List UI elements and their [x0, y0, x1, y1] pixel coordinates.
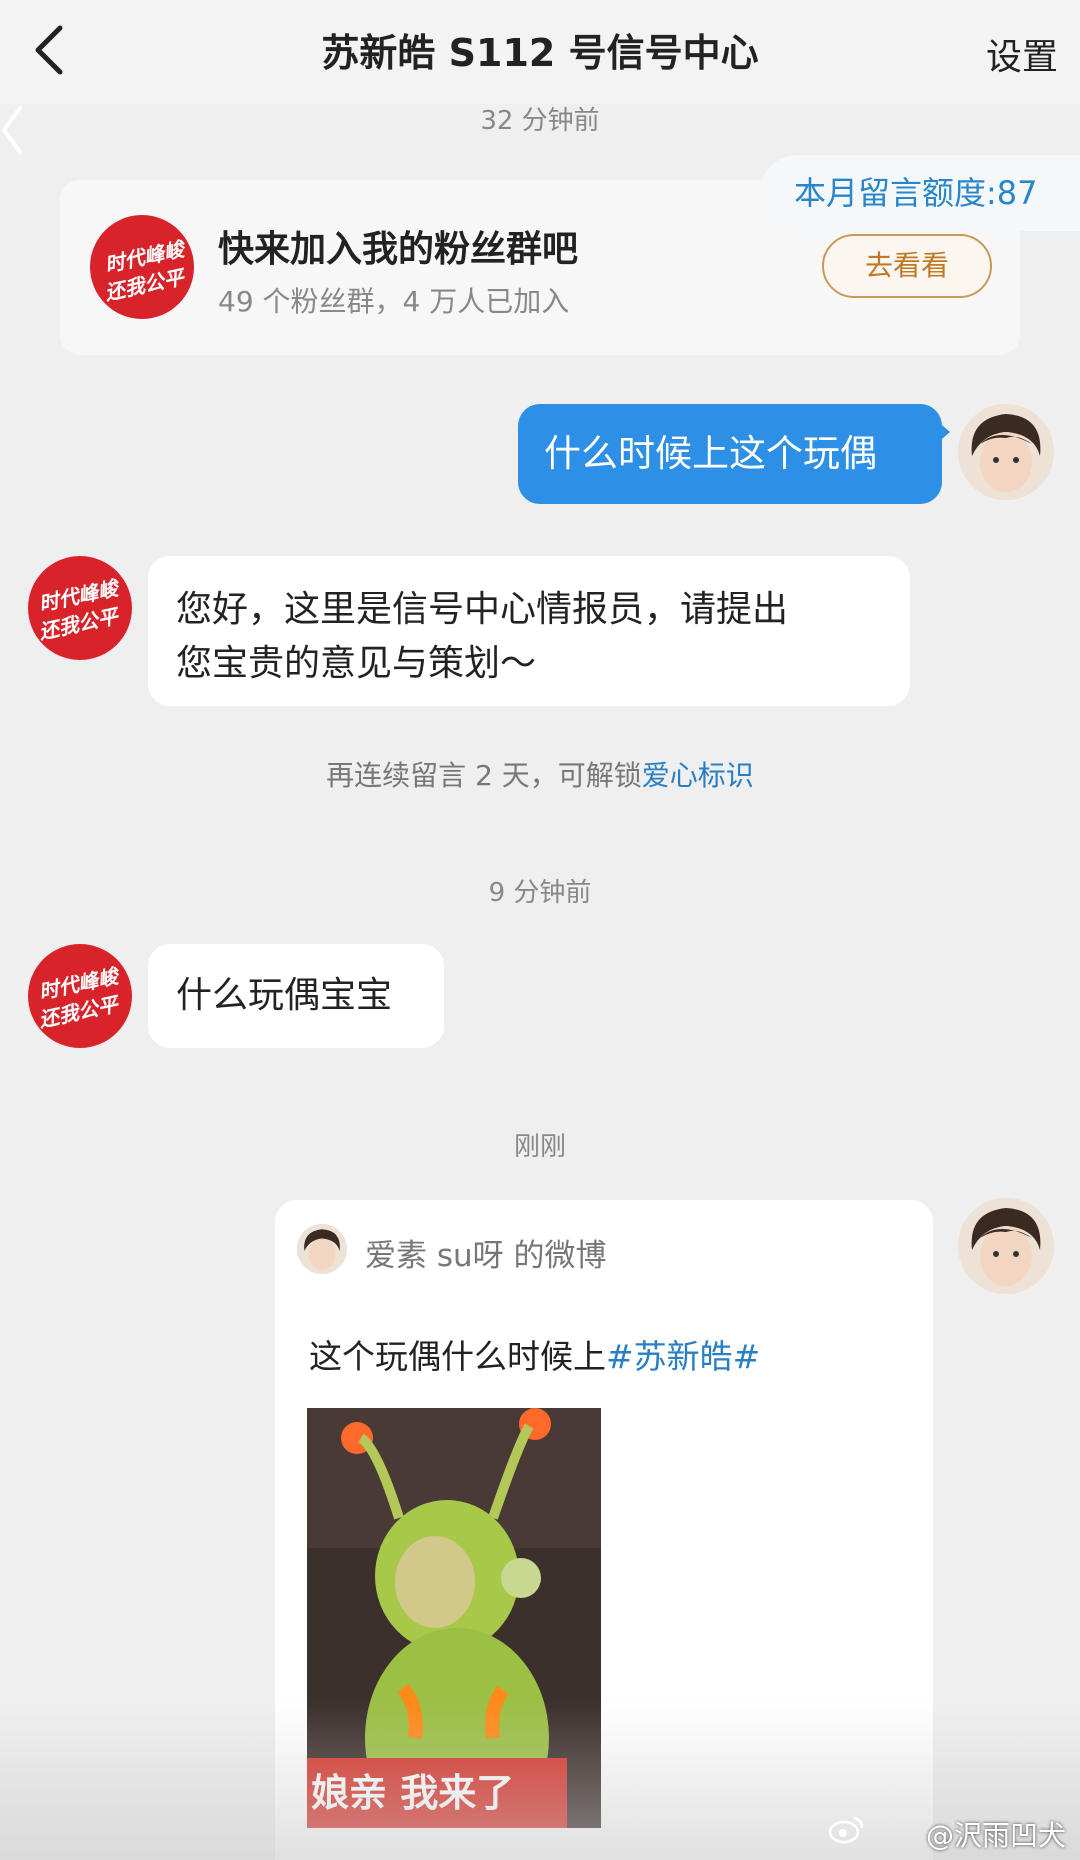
post-text: 这个玩偶什么时候上#苏新皓#: [309, 1330, 760, 1378]
post-body: 这个玩偶什么时候上: [309, 1337, 606, 1376]
user-avatar[interactable]: [958, 404, 1054, 500]
assistant-avatar[interactable]: 时代峰峻 还我公平: [28, 944, 132, 1048]
top-bar: 苏新皓 S112 号信号中心 设置: [0, 0, 1080, 104]
message-line: 您宝贵的意见与策划～: [176, 643, 537, 684]
message-line: 您好，这里是信号中心情报员，请提出: [176, 589, 789, 630]
assistant-message-bubble[interactable]: 您好，这里是信号中心情报员，请提出 您宝贵的意见与策划～: [148, 556, 910, 706]
message-quota-badge: 本月留言额度:87: [760, 155, 1080, 231]
assistant-avatar[interactable]: 时代峰峻 还我公平: [28, 556, 132, 660]
hashtag-link[interactable]: #苏新皓#: [606, 1337, 760, 1376]
post-author-avatar: [297, 1224, 347, 1274]
user-avatar[interactable]: [958, 1198, 1054, 1294]
image-caption: 娘亲 我来了: [307, 1758, 567, 1828]
shared-post-card[interactable]: 爱素 su呀 的微博 这个玩偶什么时候上#苏新皓# 娘亲 我来了: [275, 1200, 933, 1860]
tip-text: 再连续留言 2 天，可解锁: [326, 759, 642, 792]
settings-button[interactable]: 设置: [986, 28, 1058, 80]
user-message-bubble[interactable]: 什么时候上这个玩偶: [518, 404, 942, 504]
heart-badge-link[interactable]: 爱心标识: [642, 759, 754, 792]
assistant-message-bubble[interactable]: 什么玩偶宝宝: [148, 944, 444, 1048]
view-fan-groups-button[interactable]: 去看看: [822, 234, 992, 298]
bubble-tail: [936, 420, 950, 444]
timestamp: 刚刚: [513, 1132, 566, 1162]
timestamp: 9 分钟前: [488, 878, 592, 908]
watermark: @沢雨凹犬: [925, 1819, 1066, 1852]
page-title: 苏新皓 S112 号信号中心: [321, 31, 759, 75]
fan-group-title: 快来加入我的粉丝群吧: [218, 229, 579, 270]
chat-screen: 苏新皓 S112 号信号中心 设置 32 分钟前 时代峰峻 还我公平 快来加入我…: [0, 0, 1080, 1860]
post-author: 爱素 su呀 的微博: [365, 1238, 607, 1274]
timestamp: 32 分钟前: [480, 106, 600, 136]
post-image[interactable]: 娘亲 我来了: [307, 1408, 601, 1828]
fan-group-subtitle: 49 个粉丝群，4 万人已加入: [218, 285, 570, 318]
fan-group-logo: 时代峰峻 还我公平: [90, 215, 194, 319]
weibo-icon: [828, 1816, 864, 1844]
streak-tip: 再连续留言 2 天，可解锁爱心标识: [0, 754, 1080, 794]
